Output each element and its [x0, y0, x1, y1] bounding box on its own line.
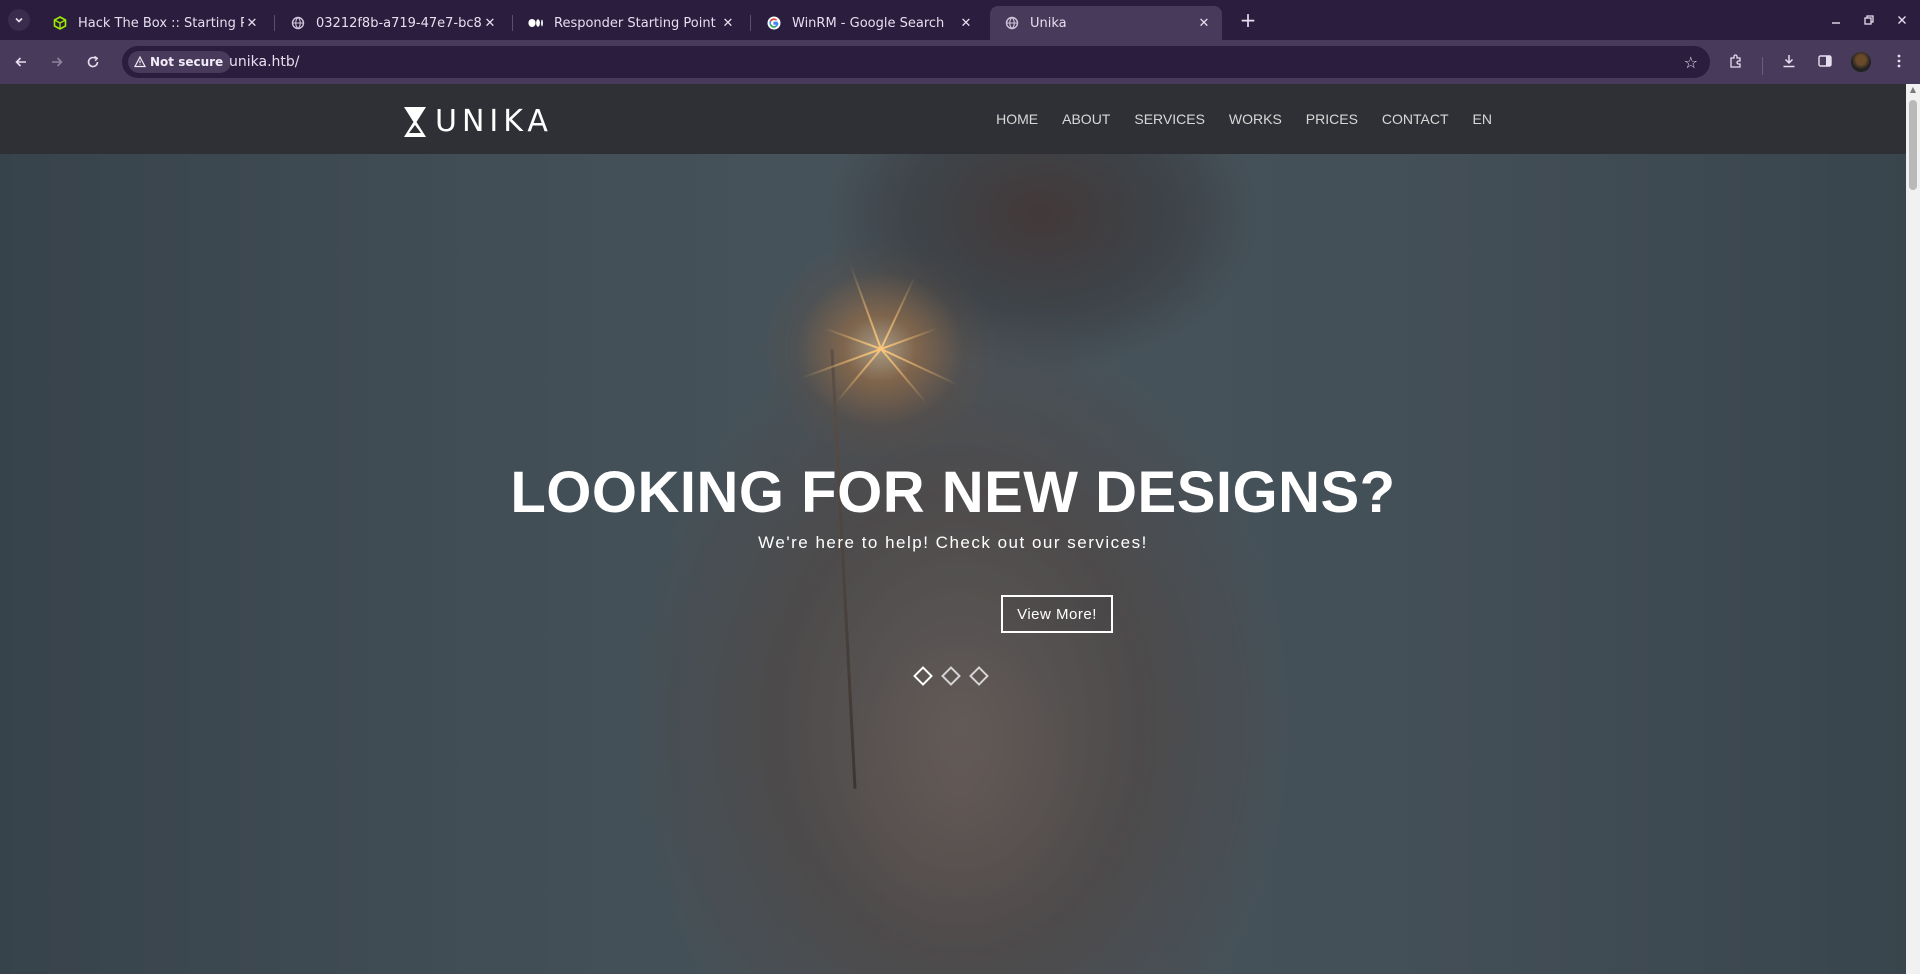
close-icon[interactable]: ✕ [482, 15, 498, 31]
restore-icon [1864, 15, 1874, 25]
tab-unika[interactable]: Unika ✕ [990, 6, 1222, 40]
chevron-down-icon [15, 17, 23, 23]
minimize-button[interactable] [1824, 8, 1848, 32]
close-window-button[interactable] [1890, 8, 1914, 32]
download-icon [1783, 55, 1795, 68]
browser-menu-button[interactable] [1888, 50, 1910, 72]
tab-search-button[interactable] [8, 9, 30, 31]
main-nav: HOME ABOUT SERVICES WORKS PRICES CONTACT… [984, 111, 1504, 127]
security-chip-label: Not secure [150, 55, 224, 69]
toolbar-divider [1762, 57, 1763, 75]
reload-icon [87, 55, 99, 68]
side-panel-icon [1818, 55, 1832, 67]
scrollbar-thumb[interactable] [1909, 100, 1917, 190]
side-panel-button[interactable] [1814, 50, 1836, 72]
nav-prices[interactable]: PRICES [1294, 111, 1370, 127]
tab-title: 03212f8b-a719-47e7-bc8c-03f [316, 15, 482, 31]
site-navbar: UNIKA HOME ABOUT SERVICES WORKS PRICES C… [0, 84, 1906, 154]
tab-hack-the-box[interactable]: Hack The Box :: Starting Point ✕ [38, 6, 270, 40]
tab-title: Responder Starting Point Ha [554, 15, 720, 31]
forward-button[interactable] [44, 49, 70, 75]
hero-subheadline: We're here to help! Check out our servic… [758, 533, 1148, 552]
address-bar[interactable]: Not secure unika.htb/ ☆ [122, 46, 1710, 78]
more-vertical-icon [1897, 54, 1901, 68]
tab-responder[interactable]: Responder Starting Point Ha ✕ [514, 6, 746, 40]
security-chip[interactable]: Not secure [128, 51, 232, 73]
browser-tab-strip: Hack The Box :: Starting Point ✕ 03212f8… [0, 0, 1920, 40]
tab-divider [750, 15, 751, 31]
url-text[interactable]: unika.htb/ [229, 54, 300, 70]
scroll-up-arrow-icon[interactable]: ▲ [1909, 86, 1917, 94]
nav-about[interactable]: ABOUT [1050, 111, 1122, 127]
tab-title: WinRM - Google Search [792, 15, 945, 31]
extensions-button[interactable] [1725, 50, 1747, 72]
bookmark-star-icon[interactable]: ☆ [1684, 53, 1698, 72]
tab-uuid-page[interactable]: 03212f8b-a719-47e7-bc8c-03f ✕ [276, 6, 508, 40]
close-icon [1898, 16, 1906, 24]
view-more-button[interactable]: View More! [1001, 595, 1113, 633]
hero-background-image [0, 84, 1906, 974]
nav-home[interactable]: HOME [984, 111, 1050, 127]
hourglass-logo-icon [403, 106, 427, 138]
reload-button[interactable] [80, 49, 106, 75]
tab-winrm-search[interactable]: WinRM - Google Search ✕ [752, 6, 984, 40]
downloads-button[interactable] [1778, 50, 1800, 72]
nav-services[interactable]: SERVICES [1122, 111, 1217, 127]
medium-icon [528, 15, 544, 31]
htb-cube-icon [52, 15, 68, 31]
close-icon[interactable]: ✕ [958, 15, 974, 31]
browser-toolbar: Not secure unika.htb/ ☆ [0, 40, 1920, 84]
tab-title: Unika [1030, 15, 1067, 31]
tab-title: Hack The Box :: Starting Point [78, 15, 244, 31]
close-icon[interactable]: ✕ [720, 15, 736, 31]
puzzle-icon [1730, 54, 1741, 68]
arrow-right-icon [52, 57, 63, 67]
new-tab-button[interactable]: + [1234, 8, 1262, 32]
restore-button[interactable] [1857, 8, 1881, 32]
google-icon [766, 15, 782, 31]
back-button[interactable] [8, 49, 34, 75]
globe-icon [1004, 15, 1020, 31]
logo-text: UNIKA [435, 104, 553, 139]
nav-works[interactable]: WORKS [1217, 111, 1294, 127]
warning-triangle-icon [134, 56, 146, 68]
tab-divider [274, 15, 275, 31]
close-icon[interactable]: ✕ [244, 15, 260, 31]
tab-divider [512, 15, 513, 31]
minimize-icon [1832, 22, 1840, 24]
page-scrollbar[interactable]: ▲ [1906, 84, 1920, 974]
globe-icon [290, 15, 306, 31]
nav-language[interactable]: EN [1461, 111, 1504, 127]
site-logo[interactable]: UNIKA [403, 104, 553, 139]
hero-headline: LOOKING FOR NEW DESIGNS? [510, 460, 1396, 525]
page-viewport: UNIKA HOME ABOUT SERVICES WORKS PRICES C… [0, 84, 1906, 974]
nav-contact[interactable]: CONTACT [1370, 111, 1461, 127]
close-icon[interactable]: ✕ [1196, 15, 1212, 31]
arrow-left-icon [15, 57, 26, 67]
profile-avatar[interactable] [1851, 52, 1871, 72]
